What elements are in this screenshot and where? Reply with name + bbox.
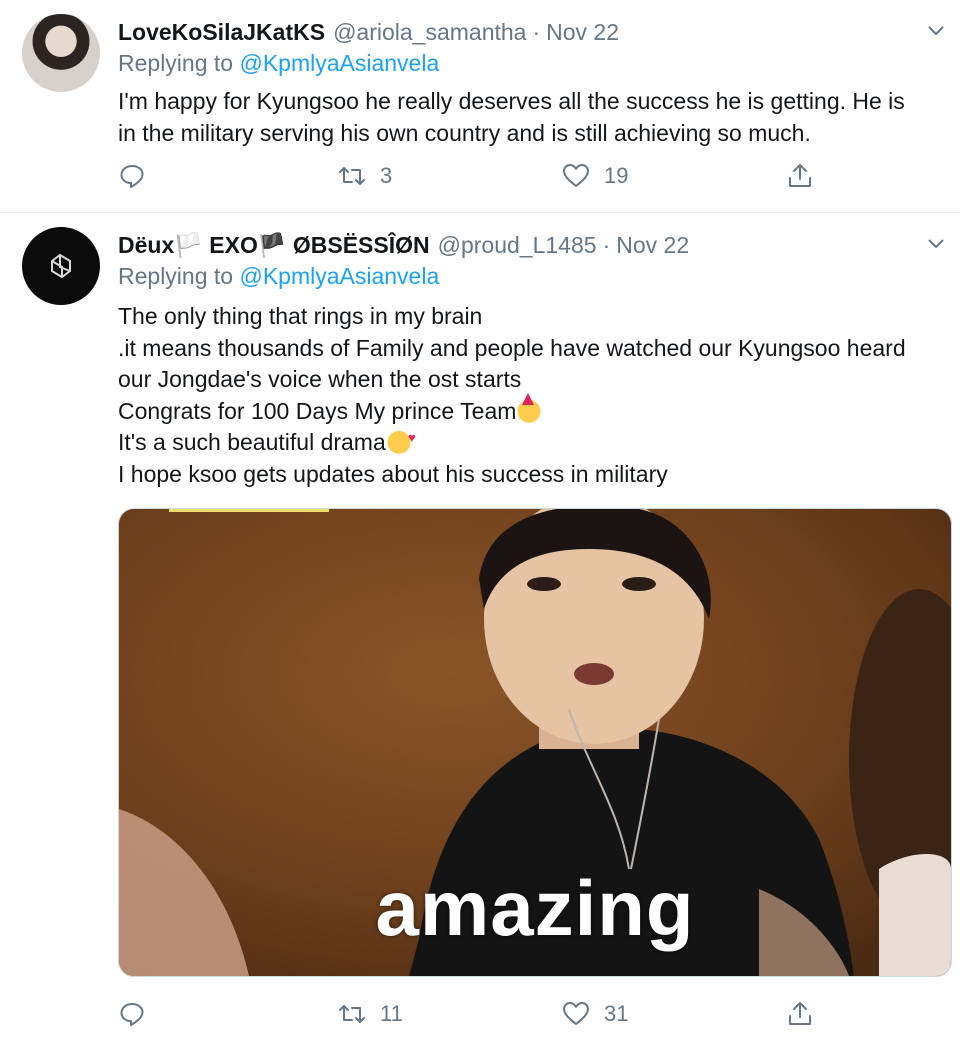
media-caption: amazing	[375, 864, 695, 952]
tweet-date[interactable]: Nov 22	[546, 19, 619, 46]
display-name[interactable]: LoveKoSilaJKatKS	[118, 19, 325, 46]
tweet-actions: 3 19	[118, 162, 818, 198]
tweet[interactable]: LoveKoSilaJKatKS @ariola_samantha · Nov …	[0, 0, 960, 213]
tweet-text: The only thing that rings in my brain .i…	[118, 301, 953, 490]
replying-prefix: Replying to	[118, 50, 234, 76]
tweet-text-line: in the military serving his own country …	[118, 119, 811, 146]
display-name[interactable]: Dëux🏳️ EXO🏴 ØBSËSSÎØN	[118, 232, 430, 259]
share-icon	[789, 164, 811, 187]
like-count: 31	[604, 1001, 629, 1026]
reply-button[interactable]	[118, 162, 146, 190]
replying-prefix: Replying to	[118, 263, 234, 289]
user-handle[interactable]: @ariola_samantha	[333, 19, 526, 46]
like-button[interactable]: 19	[562, 162, 628, 190]
tweet-text-line: .it means thousands of Family and people…	[118, 334, 906, 361]
replying-to-link[interactable]: @KpmlyaAsianvela	[239, 50, 439, 76]
heart-icon	[563, 1002, 589, 1025]
retweet-button[interactable]: 11	[338, 1000, 403, 1028]
logo-icon	[51, 253, 71, 279]
replying-to: Replying to @KpmlyaAsianvela	[118, 50, 439, 77]
separator: ·	[602, 231, 611, 258]
retweet-button[interactable]: 3	[338, 162, 392, 190]
reply-icon	[120, 1003, 144, 1026]
share-icon	[789, 1002, 811, 1025]
tweet-actions: 11 31	[118, 1000, 818, 1036]
tweet-text-line: I'm happy for Kyungsoo he really deserve…	[118, 88, 905, 114]
tweet-text-line: our Jongdae's voice when the ost starts	[118, 366, 522, 392]
retweet-icon	[339, 167, 365, 185]
smiling-face-with-hearts-emoji-icon	[385, 422, 416, 454]
retweet-count: 11	[380, 1001, 403, 1026]
chevron-down-icon[interactable]	[926, 233, 946, 253]
tweet-date[interactable]: Nov 22	[616, 232, 689, 259]
tweet-text-segment: Congrats for 100 Days My prince Team	[118, 397, 517, 424]
avatar[interactable]	[22, 227, 100, 305]
tweet-text-line: Congrats for 100 Days My prince Team	[118, 392, 953, 428]
tweet-text: I'm happy for Kyungsoo he really deserve…	[118, 86, 953, 149]
tweet-text-segment: It's a such beautiful drama	[118, 429, 386, 455]
tweet-text-line: The only thing that rings in my brain	[118, 303, 483, 329]
share-button[interactable]	[786, 1000, 814, 1028]
separator: ·	[532, 18, 541, 45]
heart-icon	[563, 164, 589, 187]
replying-to: Replying to @KpmlyaAsianvela	[118, 263, 439, 290]
user-handle[interactable]: @proud_L1485	[438, 232, 597, 259]
chevron-down-icon[interactable]	[926, 20, 946, 40]
retweet-icon	[339, 1005, 365, 1023]
tweet-text-line: It's a such beautiful drama	[118, 422, 953, 459]
tweet[interactable]: Dëux🏳️ EXO🏴 ØBSËSSÎØN @proud_L1485 · Nov…	[0, 213, 960, 1041]
like-button[interactable]: 31	[562, 1000, 628, 1028]
reply-button[interactable]	[118, 1000, 146, 1028]
like-count: 19	[604, 163, 629, 188]
reply-icon	[120, 165, 144, 188]
share-button[interactable]	[786, 162, 814, 190]
tweet-header: Dëux🏳️ EXO🏴 ØBSËSSÎØN @proud_L1485 · Nov…	[118, 227, 689, 263]
avatar[interactable]	[22, 14, 100, 92]
retweet-count: 3	[380, 163, 393, 188]
tweet-text-line: I hope ksoo gets updates about his succe…	[118, 460, 668, 487]
replying-to-link[interactable]: @KpmlyaAsianvela	[239, 263, 439, 289]
partying-face-emoji-icon	[516, 392, 543, 423]
tweet-media-gif[interactable]: amazing	[118, 508, 952, 977]
tweet-header: LoveKoSilaJKatKS @ariola_samantha · Nov …	[118, 14, 619, 50]
